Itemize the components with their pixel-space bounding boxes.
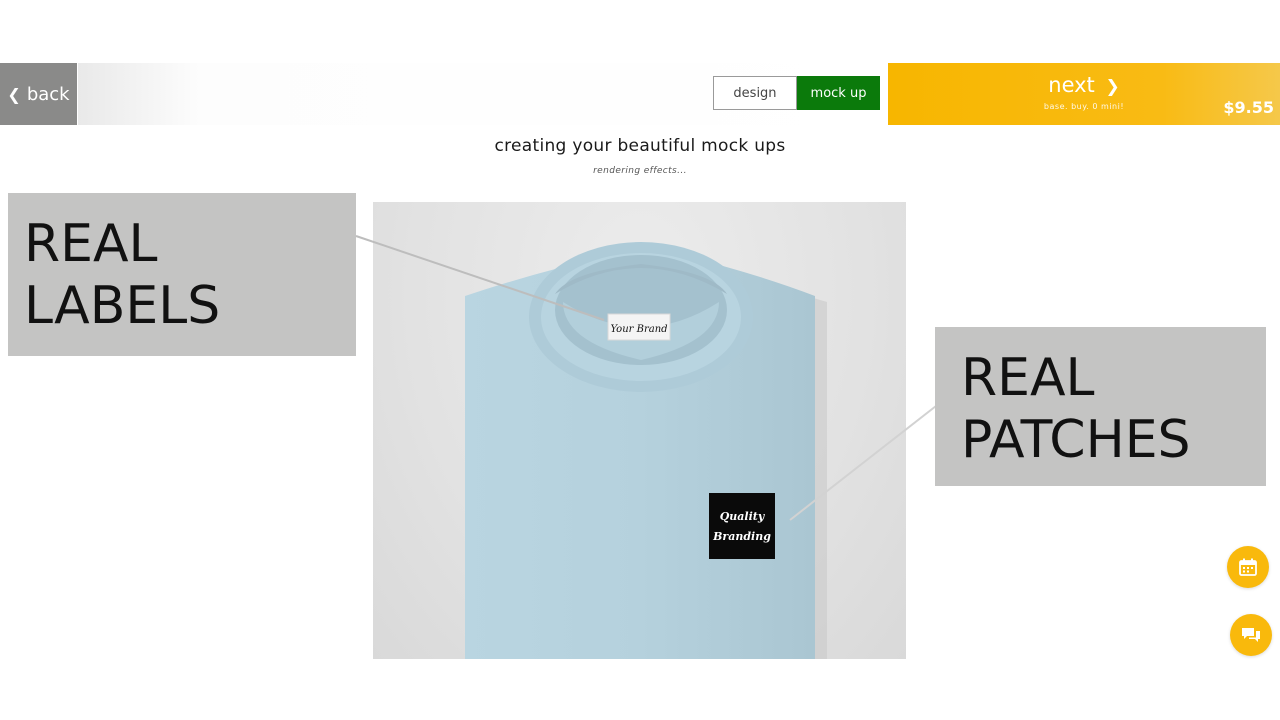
brand-patch <box>709 493 775 559</box>
tab-mock-up-label: mock up <box>810 85 867 101</box>
price-label: $9.55 <box>1223 98 1274 117</box>
callout-patches-line2: PATCHES <box>961 410 1191 470</box>
tab-design[interactable]: design <box>713 76 797 110</box>
tab-mock-up[interactable]: mock up <box>797 76 880 110</box>
callout-labels-line1: REAL <box>24 214 158 274</box>
back-button[interactable]: ❮ back <box>0 63 77 125</box>
calendar-button[interactable] <box>1227 546 1269 588</box>
page-subtitle: rendering effects... <box>593 166 687 176</box>
chevron-left-icon: ❮ <box>7 84 21 104</box>
chat-icon <box>1242 628 1260 642</box>
next-label-row: next ❯ <box>888 73 1280 97</box>
next-label: next <box>1048 73 1095 97</box>
real-labels-callout: REAL LABELS <box>8 193 356 356</box>
callout-patches-line1: REAL <box>961 348 1095 408</box>
next-button[interactable]: next ❯ base. buy. 0 mini! $9.55 <box>888 63 1280 125</box>
callout-labels-line2: LABELS <box>24 276 221 336</box>
top-bar: ❮ back design mock up next ❯ base. buy. … <box>0 63 1280 125</box>
real-patches-callout: REAL PATCHES <box>935 327 1266 486</box>
mockup-image: Your Brand Quality Branding <box>373 202 906 659</box>
calendar-icon <box>1239 558 1257 576</box>
chevron-right-icon: ❯ <box>1105 77 1120 97</box>
tab-design-label: design <box>733 85 777 101</box>
svg-text:Your Brand: Your Brand <box>610 324 667 335</box>
chat-button[interactable] <box>1230 614 1272 656</box>
svg-text:Branding: Branding <box>712 530 771 543</box>
page-title: creating your beautiful mock ups <box>494 136 786 156</box>
tshirt-illustration: Your Brand Quality Branding <box>465 242 827 659</box>
next-sublabel: base. buy. 0 mini! <box>1043 102 1125 111</box>
toolbar: design mock up <box>78 63 888 125</box>
svg-text:Quality: Quality <box>720 510 766 523</box>
back-label: back <box>26 83 70 105</box>
